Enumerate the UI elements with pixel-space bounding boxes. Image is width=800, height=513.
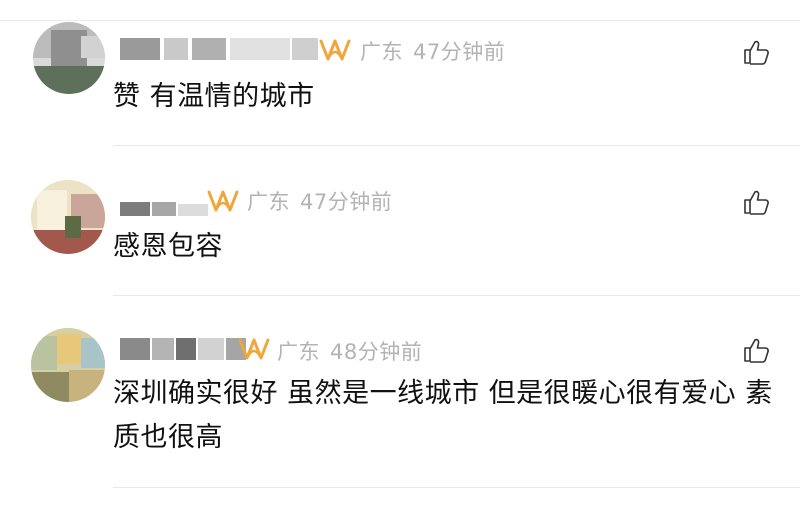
- avatar[interactable]: [31, 328, 105, 402]
- comment-item: 广东 48分钟前 深圳确实很好 虽然是一线城市 但是很暖心很有爱心 素质也很高: [0, 300, 800, 490]
- thumbs-up-icon[interactable]: [742, 38, 770, 66]
- comment-item: 广东 47分钟前 赞 有温情的城市: [0, 0, 800, 150]
- comment-meta: 广东 47分钟前: [360, 36, 515, 66]
- comment-divider: [113, 145, 800, 146]
- thumbs-up-icon[interactable]: [742, 336, 770, 364]
- avatar[interactable]: [31, 180, 105, 254]
- thumbs-up-icon[interactable]: [742, 188, 770, 216]
- timestamp: 48分钟前: [330, 340, 423, 364]
- comment-meta: 广东 47分钟前: [247, 186, 402, 216]
- comment-text: 感恩包容: [113, 231, 223, 262]
- vip-badge-icon: [238, 338, 270, 360]
- comment-text: 赞 有温情的城市: [113, 81, 315, 112]
- avatar[interactable]: [33, 22, 105, 94]
- comment-meta: 广东 48分钟前: [277, 336, 432, 366]
- comment-divider: [113, 295, 800, 296]
- comment-item: 广东 47分钟前 感恩包容: [0, 150, 800, 295]
- username-blurred[interactable]: [120, 194, 210, 218]
- vip-badge-icon: [319, 39, 351, 61]
- vip-badge-icon: [207, 190, 239, 212]
- timestamp: 47分钟前: [300, 190, 393, 214]
- username-blurred[interactable]: [120, 338, 248, 362]
- comment-text: 深圳确实很好 虽然是一线城市 但是很暖心很有爱心 素质也很高: [113, 378, 773, 453]
- region-label: 广东: [247, 190, 290, 214]
- region-label: 广东: [277, 340, 320, 364]
- timestamp: 47分钟前: [413, 40, 506, 64]
- username-blurred[interactable]: [120, 38, 320, 62]
- region-label: 广东: [360, 40, 403, 64]
- comment-divider: [113, 487, 800, 488]
